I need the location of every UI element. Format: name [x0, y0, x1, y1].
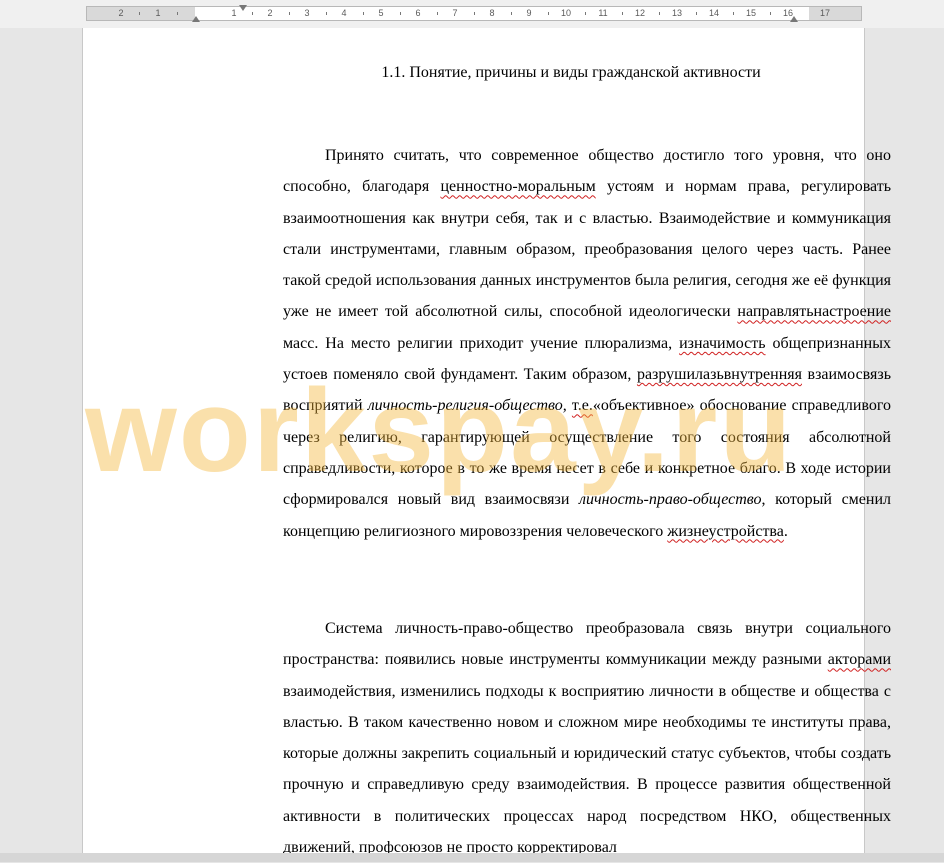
horizontal-ruler[interactable]: 2 1 1 2 3 4 5 6 7 8 9 10 11 12 13 14 15 …: [86, 5, 862, 22]
ruler-left-margin: [87, 7, 195, 20]
spellcheck-word[interactable]: т.е.: [572, 397, 593, 414]
document-page[interactable]: 1.1. Понятие, причины и виды гражданской…: [82, 28, 891, 862]
ruler-label: 2: [267, 8, 273, 18]
ruler-tick: [326, 12, 327, 15]
ruler-label: 8: [489, 8, 495, 18]
ruler-tick: [770, 12, 771, 15]
ruler-right-margin: [809, 7, 861, 20]
ruler-label: 17: [819, 8, 831, 18]
ruler-label: 13: [671, 8, 683, 18]
ruler-label: 1: [155, 8, 161, 18]
first-line-indent-marker[interactable]: [239, 5, 247, 11]
ruler-tick: [363, 12, 364, 15]
ruler-tick: [622, 12, 623, 15]
ruler-label: 6: [415, 8, 421, 18]
ruler-tick: [733, 12, 734, 15]
spellcheck-word[interactable]: жизнеустройства: [667, 523, 784, 540]
ruler-tick: [696, 12, 697, 15]
ruler-label: 11: [598, 8, 608, 18]
paragraph-text: Система личность-право-общество преобраз…: [283, 620, 891, 669]
paragraph-text: масс. На место религии приходит учение п…: [283, 334, 680, 352]
ruler-label: 4: [341, 8, 347, 18]
ruler-label: 14: [708, 8, 720, 18]
ruler-label: 9: [526, 8, 532, 18]
ruler-label: 3: [304, 8, 310, 18]
ruler-tick: [400, 12, 401, 15]
ruler-tick: [511, 12, 512, 15]
ruler-label: 7: [452, 8, 458, 18]
ruler-label: 10: [560, 8, 572, 18]
italic-term: личность-религия-общество,: [367, 397, 567, 415]
ruler-tick: [585, 12, 586, 15]
ruler-label: 2: [118, 8, 124, 18]
paragraph-1: Принято считать, что современное обществ…: [283, 140, 891, 547]
paragraph-2: Система личность-право-общество преобраз…: [283, 613, 891, 863]
ruler-label: 15: [745, 8, 757, 18]
left-indent-marker[interactable]: [192, 16, 200, 22]
spellcheck-word[interactable]: изначимость: [679, 335, 765, 352]
ruler-bar: 2 1 1 2 3 4 5 6 7 8 9 10 11 12 13 14 15 …: [0, 0, 944, 28]
ruler-tick: [252, 12, 253, 15]
ruler-tick: [659, 12, 660, 15]
ruler-tick: [548, 12, 549, 15]
right-indent-marker[interactable]: [790, 16, 798, 22]
spellcheck-word[interactable]: ценностно-моральным: [440, 178, 595, 195]
italic-term: личность-право-общество: [579, 491, 762, 509]
ruler-label: 5: [378, 8, 384, 18]
spellcheck-word[interactable]: разрушилазьвнутренняя: [637, 366, 802, 383]
paragraph-text: взаимодействия, изменились подходы к вос…: [283, 682, 891, 857]
ruler-tick: [177, 12, 178, 15]
paragraph-text: .: [783, 522, 788, 540]
ruler-tick: [474, 12, 475, 15]
ruler-tick: [139, 12, 140, 15]
spellcheck-word[interactable]: направлятьнастроение: [737, 303, 891, 320]
horizontal-scrollbar[interactable]: [0, 853, 944, 862]
ruler-tick: [289, 12, 290, 15]
paragraph-text: устоям и нормам права, регулировать взаи…: [283, 178, 892, 321]
section-heading: 1.1. Понятие, причины и виды гражданской…: [381, 64, 761, 81]
ruler-label: 12: [634, 8, 646, 18]
ruler-tick: [437, 12, 438, 15]
ruler-label: 1: [231, 8, 237, 18]
spellcheck-word[interactable]: акторами: [828, 651, 891, 668]
